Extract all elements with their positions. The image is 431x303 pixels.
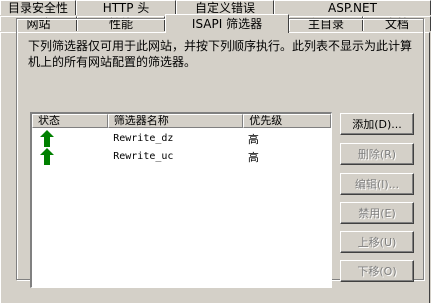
- tab-custom-errors[interactable]: 自定义错误: [176, 0, 274, 15]
- filter-name: Rewrite_dz: [113, 133, 174, 144]
- add-button[interactable]: 添加(D)...: [340, 113, 414, 135]
- status-cell: [32, 130, 107, 147]
- filters-list[interactable]: 状态 筛选器名称 优先级 Rewrite_dz 高 Rewrite_uc 高: [30, 112, 332, 288]
- green-up-arrow-icon: [40, 130, 54, 147]
- filters-description: 下列筛选器仅可用于此网站，并按下列顺序执行。此列表不显示为此计算机上的所有网站配…: [28, 39, 413, 69]
- list-header: 状态 筛选器名称 优先级: [32, 114, 331, 128]
- column-header-filter-name[interactable]: 筛选器名称: [107, 114, 244, 128]
- edit-button[interactable]: 编辑(I)...: [340, 173, 414, 195]
- list-item[interactable]: Rewrite_uc 高: [32, 148, 331, 165]
- move-down-button[interactable]: 下移(O): [340, 260, 414, 282]
- remove-button[interactable]: 删除(R): [340, 143, 414, 165]
- tab-aspnet[interactable]: ASP.NET: [274, 0, 431, 15]
- status-cell: [32, 148, 107, 165]
- filter-name: Rewrite_uc: [113, 151, 174, 162]
- column-header-priority[interactable]: 优先级: [243, 114, 331, 128]
- tab-isapi-filters[interactable]: ISAPI 筛选器: [165, 14, 289, 33]
- filter-priority: 高: [247, 132, 259, 146]
- tab-directory-security[interactable]: 目录安全性: [0, 0, 76, 15]
- green-up-arrow-icon: [40, 148, 54, 165]
- disable-button[interactable]: 禁用(E): [340, 202, 414, 224]
- move-up-button[interactable]: 上移(U): [340, 231, 414, 253]
- tab-http-headers[interactable]: HTTP 头: [76, 0, 176, 15]
- tab-row-back: 目录安全性 HTTP 头 自定义错误 ASP.NET: [0, 0, 431, 15]
- filter-priority: 高: [247, 150, 259, 164]
- list-item[interactable]: Rewrite_dz 高: [32, 130, 331, 147]
- column-header-status[interactable]: 状态: [32, 114, 108, 128]
